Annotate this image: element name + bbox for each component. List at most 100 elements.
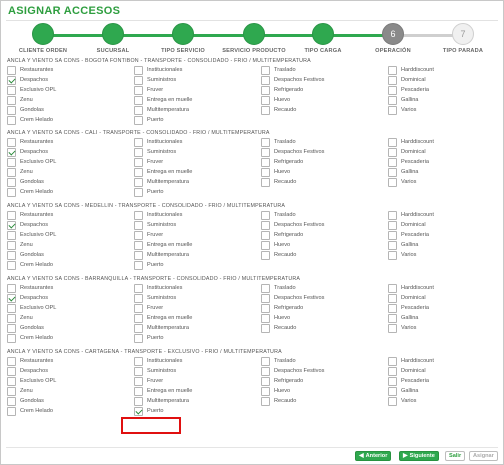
access-option[interactable]: Varios [388, 250, 499, 260]
checkbox[interactable] [7, 313, 16, 323]
checkbox[interactable] [134, 386, 143, 396]
wizard-step[interactable]: TIPO CARGA [283, 23, 363, 54]
access-option[interactable]: Huevo [261, 313, 388, 323]
checkbox[interactable] [261, 147, 270, 157]
access-option[interactable]: Despachos [7, 147, 134, 157]
access-option[interactable]: Traslado [261, 210, 388, 220]
checkbox[interactable] [7, 293, 16, 303]
checkbox[interactable] [261, 366, 270, 376]
access-option[interactable]: Gallina [388, 386, 499, 396]
checkbox[interactable] [134, 283, 143, 293]
checkbox[interactable] [7, 220, 16, 230]
checkbox[interactable] [261, 65, 270, 75]
checkbox[interactable] [261, 240, 270, 250]
checkbox[interactable] [134, 85, 143, 95]
checkbox[interactable] [7, 95, 16, 105]
checkbox[interactable] [388, 293, 397, 303]
access-option[interactable]: Traslado [261, 283, 388, 293]
checkbox[interactable] [388, 386, 397, 396]
access-option[interactable]: Multitemperatura [134, 177, 261, 187]
wizard-step[interactable]: 6 OPERACIÓN [353, 23, 433, 54]
access-option[interactable]: Gallina [388, 167, 499, 177]
access-option[interactable]: Pescaderia [388, 303, 499, 313]
checkbox[interactable] [7, 356, 16, 366]
access-option[interactable]: Refrigerado [261, 303, 388, 313]
checkbox[interactable] [7, 157, 16, 167]
access-option[interactable]: Despachos Festivos [261, 366, 388, 376]
access-option[interactable]: Institucionales [134, 137, 261, 147]
checkbox[interactable] [261, 293, 270, 303]
checkbox[interactable] [134, 240, 143, 250]
access-option[interactable]: Despachos Festivos [261, 293, 388, 303]
access-option[interactable]: Dominical [388, 366, 499, 376]
access-option[interactable]: Puerto [134, 187, 261, 197]
access-option[interactable]: Traslado [261, 356, 388, 366]
access-option[interactable]: Restaurantes [7, 283, 134, 293]
checkbox[interactable] [134, 376, 143, 386]
access-option[interactable]: Entrega en muelle [134, 313, 261, 323]
checkbox[interactable] [134, 230, 143, 240]
access-option[interactable]: Exclusivo OPL [7, 85, 134, 95]
checkbox[interactable] [7, 240, 16, 250]
access-option[interactable]: Restaurantes [7, 137, 134, 147]
checkbox[interactable] [261, 95, 270, 105]
checkbox[interactable] [7, 177, 16, 187]
checkbox[interactable] [261, 85, 270, 95]
checkbox[interactable] [134, 177, 143, 187]
checkbox[interactable] [7, 406, 16, 416]
checkbox[interactable] [261, 105, 270, 115]
checkbox[interactable] [7, 230, 16, 240]
access-option[interactable]: Crem Helado [7, 406, 134, 416]
access-option[interactable]: Exclusivo OPL [7, 230, 134, 240]
access-option[interactable]: Huevo [261, 167, 388, 177]
access-option[interactable]: Huevo [261, 386, 388, 396]
access-option[interactable]: Harddiscount [388, 283, 499, 293]
checkbox[interactable] [388, 147, 397, 157]
access-option[interactable]: Suministros [134, 366, 261, 376]
checkbox[interactable] [261, 250, 270, 260]
access-option[interactable]: Fruver [134, 303, 261, 313]
access-option[interactable]: Puerto [134, 333, 261, 343]
checkbox[interactable] [134, 313, 143, 323]
checkbox[interactable] [7, 283, 16, 293]
access-option[interactable]: Gondolas [7, 250, 134, 260]
access-option[interactable]: Zenu [7, 167, 134, 177]
access-option[interactable]: Dominical [388, 147, 499, 157]
access-option[interactable]: Despachos Festivos [261, 75, 388, 85]
checkbox[interactable] [388, 65, 397, 75]
access-option[interactable]: Crem Helado [7, 260, 134, 270]
access-option[interactable]: Multitemperatura [134, 396, 261, 406]
checkbox[interactable] [388, 396, 397, 406]
access-option[interactable]: Gallina [388, 313, 499, 323]
checkbox[interactable] [7, 260, 16, 270]
access-option[interactable]: Multitemperatura [134, 323, 261, 333]
access-option[interactable]: Harddiscount [388, 210, 499, 220]
checkbox[interactable] [261, 167, 270, 177]
checkbox[interactable] [134, 75, 143, 85]
checkbox[interactable] [134, 333, 143, 343]
access-option[interactable]: Institucionales [134, 356, 261, 366]
access-option[interactable]: Pescaderia [388, 376, 499, 386]
checkbox[interactable] [7, 210, 16, 220]
access-option[interactable]: Varios [388, 323, 499, 333]
checkbox[interactable] [134, 356, 143, 366]
checkbox[interactable] [261, 220, 270, 230]
checkbox[interactable] [134, 157, 143, 167]
checkbox[interactable] [388, 210, 397, 220]
access-option[interactable]: Suministros [134, 147, 261, 157]
access-option[interactable]: Refrigerado [261, 376, 388, 386]
access-option[interactable]: Entrega en muelle [134, 95, 261, 105]
access-option[interactable]: Gondolas [7, 396, 134, 406]
wizard-step[interactable]: 7 TIPO PARADA [423, 23, 503, 54]
access-option[interactable]: Despachos Festivos [261, 147, 388, 157]
access-option[interactable]: Gondolas [7, 323, 134, 333]
anterior-button[interactable]: ◀ Anterior [355, 451, 392, 461]
checkbox[interactable] [7, 366, 16, 376]
checkbox[interactable] [261, 386, 270, 396]
checkbox[interactable] [7, 85, 16, 95]
access-option[interactable]: Refrigerado [261, 157, 388, 167]
checkbox[interactable] [388, 95, 397, 105]
access-option[interactable]: Suministros [134, 75, 261, 85]
checkbox[interactable] [261, 230, 270, 240]
checkbox[interactable] [134, 105, 143, 115]
